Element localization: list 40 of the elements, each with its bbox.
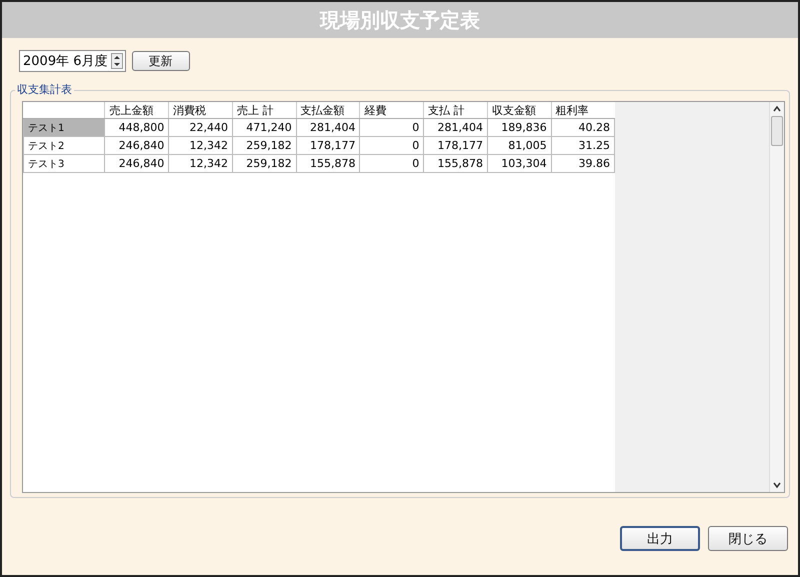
table-cell: 103,304	[487, 154, 552, 172]
table-cell: 189,836	[487, 118, 552, 136]
table-cell: 0	[360, 136, 424, 154]
table-cell: 81,005	[487, 136, 552, 154]
table-cell: 281,404	[424, 118, 488, 136]
scrollbar[interactable]	[769, 102, 784, 492]
table-cell: 246,840	[104, 154, 169, 172]
column-header[interactable]: 売上金額	[104, 102, 169, 118]
row-header[interactable]: テスト1	[24, 118, 105, 136]
column-header[interactable]: 経費	[360, 102, 424, 118]
table-cell: 155,878	[424, 154, 488, 172]
table-cell: 12,342	[168, 136, 232, 154]
dialog-button[interactable]: 閉じる	[708, 526, 788, 551]
row-header[interactable]: テスト2	[24, 136, 105, 154]
table-cell: 12,342	[168, 154, 232, 172]
row-header[interactable]: テスト3	[24, 154, 105, 172]
table-cell: 471,240	[232, 118, 296, 136]
column-header[interactable]: 収支金額	[487, 102, 552, 118]
column-header[interactable]: 粗利率	[551, 102, 614, 118]
table-cell: 22,440	[168, 118, 232, 136]
dialog-button[interactable]: 出力	[620, 526, 700, 551]
group-label: 収支集計表	[15, 82, 74, 97]
table-cell: 259,182	[232, 154, 296, 172]
spinner-arrows-icon[interactable]	[110, 53, 122, 69]
table-cell: 0	[360, 118, 424, 136]
column-header[interactable]: 売上 計	[232, 102, 296, 118]
column-header[interactable]: 支払 計	[424, 102, 488, 118]
table-cell: 178,177	[296, 136, 360, 154]
period-spinner[interactable]: 2009年 6月度	[19, 50, 126, 72]
table-cell: 0	[360, 154, 424, 172]
table-cell: 259,182	[232, 136, 296, 154]
table-cell: 155,878	[296, 154, 360, 172]
update-button[interactable]: 更新	[132, 51, 190, 71]
scroll-thumb[interactable]	[771, 116, 783, 146]
table-cell: 246,840	[104, 136, 169, 154]
column-header[interactable]: 支払金額	[296, 102, 360, 118]
table-cell: 281,404	[296, 118, 360, 136]
table-cell: 448,800	[104, 118, 169, 136]
table-cell: 178,177	[424, 136, 488, 154]
column-header[interactable]: 消費税	[168, 102, 232, 118]
